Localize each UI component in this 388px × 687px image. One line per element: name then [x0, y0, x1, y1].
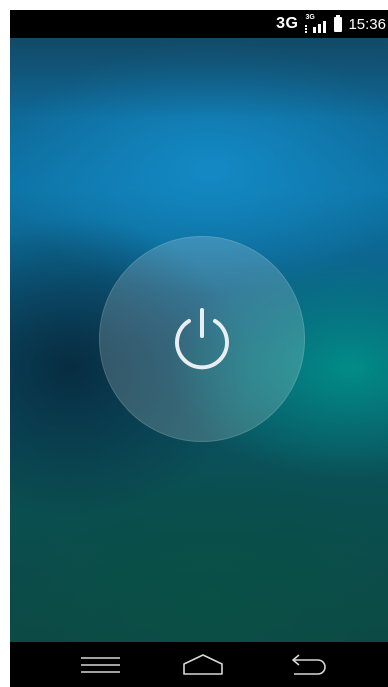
menu-icon	[81, 657, 120, 673]
clock: 15:36	[348, 15, 386, 33]
power-button[interactable]	[99, 236, 305, 442]
signal-label: 3G	[305, 14, 315, 21]
home-icon	[183, 654, 223, 675]
battery-icon	[334, 14, 343, 32]
signal-bars	[313, 21, 327, 33]
wallpaper	[10, 38, 388, 642]
home-button[interactable]	[178, 650, 228, 680]
signal-icon: 3G	[304, 14, 327, 33]
navigation-bar	[10, 642, 388, 687]
data-activity-icon	[305, 25, 312, 33]
wallpaper-shade	[10, 38, 388, 118]
phone-screen: 3G 3G 15:36	[10, 10, 388, 687]
power-icon	[175, 308, 229, 370]
back-icon	[292, 654, 326, 675]
status-bar: 3G 3G 15:36	[10, 10, 388, 38]
menu-button[interactable]	[76, 650, 126, 680]
network-type: 3G	[276, 15, 299, 32]
status-icons: 3G 3G 15:36	[276, 10, 386, 38]
back-button[interactable]	[282, 650, 332, 680]
